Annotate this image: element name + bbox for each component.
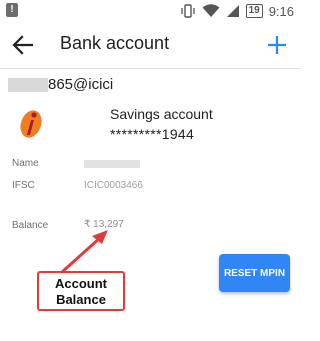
page-title: Bank account bbox=[60, 33, 170, 53]
status-time: 9:16 bbox=[268, 3, 294, 19]
ifsc-label: IFSC bbox=[12, 180, 35, 191]
divider bbox=[0, 68, 300, 69]
account-type: Savings account bbox=[110, 106, 213, 122]
battery-icon: 19 bbox=[245, 4, 263, 18]
status-icons: 19 9:16 bbox=[180, 2, 294, 20]
vibrate-icon bbox=[180, 4, 195, 18]
account-number: *********1944 bbox=[110, 126, 195, 142]
annotation-callout: Account Balance bbox=[37, 271, 125, 311]
vpa-address: 865@icici bbox=[48, 76, 114, 93]
battery-level: 19 bbox=[248, 5, 260, 16]
ifsc-value: ICIC0003466 bbox=[84, 180, 143, 191]
wifi-icon bbox=[202, 4, 220, 17]
notification-icon bbox=[6, 3, 18, 17]
reset-mpin-button[interactable]: RESET MPIN bbox=[219, 254, 290, 292]
signal-icon bbox=[226, 5, 239, 17]
annotation-line-1: Account bbox=[55, 276, 107, 291]
name-redacted bbox=[84, 160, 140, 168]
vpa-redacted bbox=[8, 78, 48, 92]
name-label: Name bbox=[12, 158, 39, 169]
balance-label: Balance bbox=[12, 220, 49, 231]
plus-icon[interactable] bbox=[264, 32, 290, 58]
app-bar: Bank account bbox=[0, 22, 300, 68]
balance-value: ₹ 13,297 bbox=[84, 219, 124, 230]
annotation-line-2: Balance bbox=[56, 292, 106, 307]
arrow-left-icon[interactable] bbox=[10, 32, 36, 58]
status-bar: 19 9:16 bbox=[0, 0, 300, 22]
icici-logo-icon bbox=[20, 110, 42, 138]
